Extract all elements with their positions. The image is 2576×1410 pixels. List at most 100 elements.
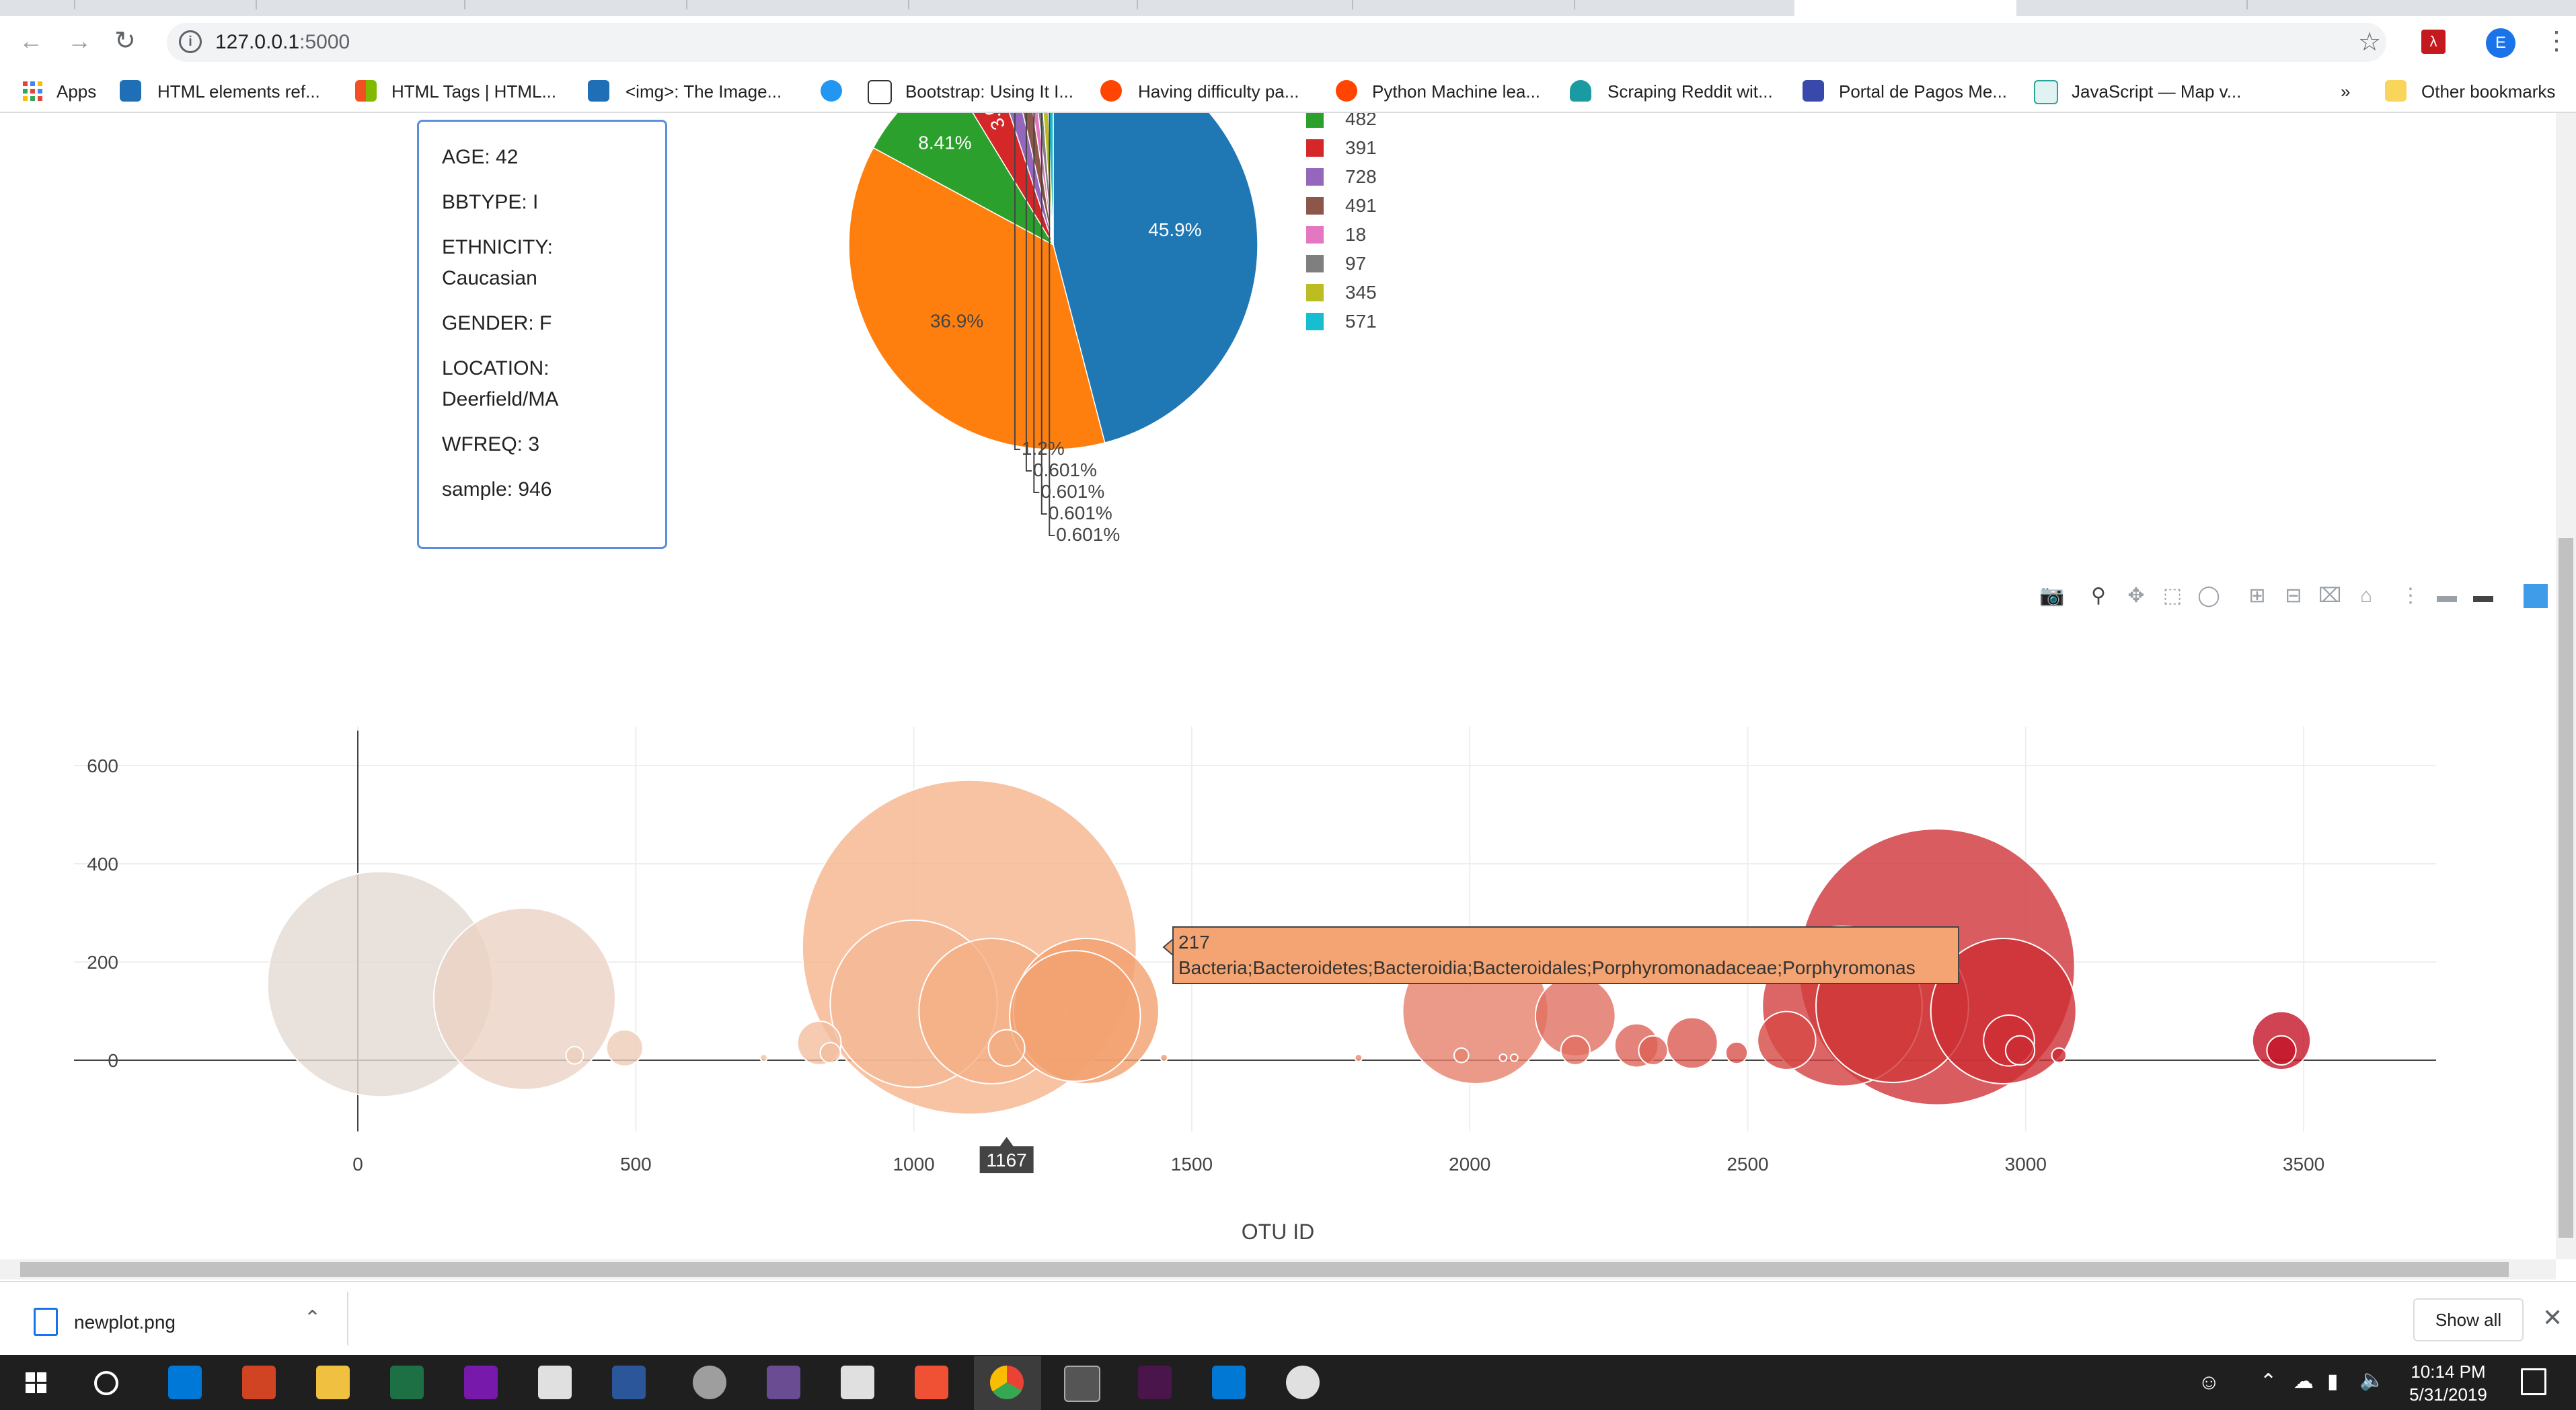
edge-icon[interactable] <box>168 1366 202 1399</box>
bookmark-bootstrap[interactable]: Bootstrap: Using It I... <box>905 71 1073 112</box>
pie-chart: 45.9%36.9%8.41%3.6%1.5%1.2%0.601%0.601%0… <box>848 113 1377 545</box>
search-icon[interactable] <box>94 1371 118 1395</box>
mail-icon[interactable] <box>841 1366 874 1399</box>
d-logo-icon[interactable] <box>821 80 842 102</box>
lasso-select-icon[interactable]: ◯ <box>2197 584 2221 608</box>
pan-icon[interactable]: ✥ <box>2124 584 2148 608</box>
bookmark-scraping-reddit[interactable]: Scraping Reddit wit... <box>1607 71 1773 112</box>
compare-data-icon[interactable]: ▬ <box>2471 584 2495 608</box>
info-icon[interactable]: i <box>179 30 202 53</box>
address-bar[interactable] <box>167 23 2386 62</box>
bookmark-img[interactable]: <img>: The Image... <box>626 71 782 112</box>
other-bookmarks[interactable]: Other bookmarks <box>2421 71 2555 112</box>
bookmarks-overflow[interactable]: » <box>2341 71 2350 112</box>
eye-icon <box>2034 80 2058 104</box>
store-icon[interactable] <box>538 1366 572 1399</box>
meta-ethnicity-label: ETHNICITY: <box>442 236 554 258</box>
slack-icon[interactable] <box>1138 1366 1172 1399</box>
meta-wfreq: WFREQ: 3 <box>442 433 540 455</box>
bubble-chart: 0 500 1000 1500 2000 2500 3000 3500 0 200 400 600 OT… <box>74 727 2436 1244</box>
powerpoint-icon[interactable] <box>242 1366 276 1399</box>
people-icon[interactable]: ☺ <box>2198 1370 2220 1395</box>
reddit-icon <box>1100 80 1122 102</box>
apps-icon[interactable] <box>23 81 43 102</box>
menu-icon[interactable]: ⋮ <box>2544 26 2569 56</box>
chevron-up-icon[interactable]: ⌃ <box>2260 1370 2277 1393</box>
git-icon[interactable] <box>915 1366 948 1399</box>
bookmark-apps[interactable]: Apps <box>56 71 96 112</box>
file-explorer-icon[interactable] <box>316 1366 350 1399</box>
paint-icon[interactable] <box>1286 1366 1320 1399</box>
pie-slice-label: 0.601% <box>1040 481 1104 502</box>
battery-icon[interactable]: ▮ <box>2327 1370 2339 1393</box>
terminal-icon[interactable] <box>1064 1366 1100 1402</box>
bubble-point <box>759 1053 768 1062</box>
legend-swatch <box>1306 197 1324 215</box>
profile-avatar[interactable]: E <box>2486 28 2515 58</box>
spike-lines-icon[interactable]: ⋮ <box>2398 584 2423 608</box>
camera-icon[interactable]: 📷 <box>2039 584 2064 608</box>
tab-separator <box>74 0 75 9</box>
snipping-tool-icon[interactable] <box>693 1366 726 1399</box>
bubble-point <box>432 907 616 1090</box>
tab-active[interactable] <box>1794 0 2016 16</box>
pie-slice-label: 1.2% <box>1022 438 1065 459</box>
close-icon[interactable]: ✕ <box>2542 1304 2563 1332</box>
vscode-icon[interactable] <box>1212 1366 1246 1399</box>
meta-ethnicity-value: Caucasian <box>442 267 537 289</box>
bubble-point <box>1453 1047 1470 1064</box>
legend-swatch <box>1306 255 1324 272</box>
tab-separator <box>1352 0 1353 9</box>
bookmark-html-tags[interactable]: HTML Tags | HTML... <box>391 71 556 112</box>
bubble-point <box>1354 1053 1363 1062</box>
meta-bbtype: BBTYPE: I <box>442 191 539 213</box>
download-file-name[interactable]: newplot.png <box>74 1312 176 1333</box>
legend-label: 97 <box>1345 253 1366 274</box>
y-tick-label: 0 <box>108 1050 118 1071</box>
tab-separator <box>256 0 257 9</box>
back-icon[interactable]: ← <box>19 27 43 55</box>
windows-start-icon[interactable] <box>26 1372 47 1394</box>
word-icon[interactable] <box>612 1366 646 1399</box>
plotly-logo-icon[interactable] <box>2524 584 2548 608</box>
downloads-bar <box>0 1281 2576 1356</box>
chevron-up-icon[interactable]: ⌃ <box>304 1306 321 1330</box>
bookmark-having-difficulty[interactable]: Having difficulty pa... <box>1138 71 1299 112</box>
zoom-icon[interactable]: ⚲ <box>2086 584 2111 608</box>
x-tick-label: 2500 <box>1727 1154 1768 1175</box>
legend-label: 345 <box>1345 282 1377 303</box>
onedrive-icon[interactable]: ☁ <box>2294 1370 2314 1393</box>
bubble-point <box>987 1029 1026 1067</box>
notifications-icon[interactable] <box>2521 1368 2546 1395</box>
bookmark-javascript-map[interactable]: JavaScript — Map v... <box>2072 71 2241 112</box>
box-select-icon[interactable]: ⬚ <box>2160 584 2185 608</box>
horizontal-scrollbar-thumb[interactable] <box>20 1262 2509 1277</box>
vertical-scrollbar-thumb[interactable] <box>2559 538 2573 1238</box>
bookmark-portal-pagos[interactable]: Portal de Pagos Me... <box>1839 71 2007 112</box>
bubble-point <box>1560 1035 1591 1066</box>
reload-icon[interactable]: ↻ <box>114 26 136 56</box>
show-all-button[interactable]: Show all <box>2413 1298 2524 1341</box>
chrome-icon[interactable] <box>990 1366 1024 1399</box>
pdf-extension-icon[interactable]: λ <box>2421 30 2446 54</box>
zoom-in-icon[interactable]: ⊞ <box>2245 584 2269 608</box>
winrar-icon[interactable] <box>767 1366 800 1399</box>
reset-axes-icon[interactable]: ⌂ <box>2354 584 2378 608</box>
shield-icon <box>1570 80 1591 102</box>
x-tick-label: 500 <box>620 1154 652 1175</box>
zoom-out-icon[interactable]: ⊟ <box>2281 584 2306 608</box>
bookmark-python-ml[interactable]: Python Machine lea... <box>1372 71 1540 112</box>
legend-label: 491 <box>1345 195 1377 216</box>
volume-icon[interactable]: 🔈 <box>2359 1368 2384 1392</box>
forward-icon[interactable]: → <box>67 27 91 55</box>
onenote-icon[interactable] <box>464 1366 498 1399</box>
url-text[interactable]: 127.0.0.1:5000 <box>215 27 350 58</box>
star-icon[interactable]: ☆ <box>2358 27 2381 57</box>
taskbar-clock[interactable]: 10:14 PM 5/31/2019 <box>2394 1360 2502 1406</box>
show-closest-icon[interactable]: ▬ <box>2435 584 2459 608</box>
tooltip-value: 217 <box>1178 932 1210 953</box>
bookmark-html-elements[interactable]: HTML elements ref... <box>157 71 320 112</box>
folder-icon <box>2385 80 2407 102</box>
excel-icon[interactable] <box>390 1366 424 1399</box>
autoscale-icon[interactable]: ⌧ <box>2318 584 2342 608</box>
